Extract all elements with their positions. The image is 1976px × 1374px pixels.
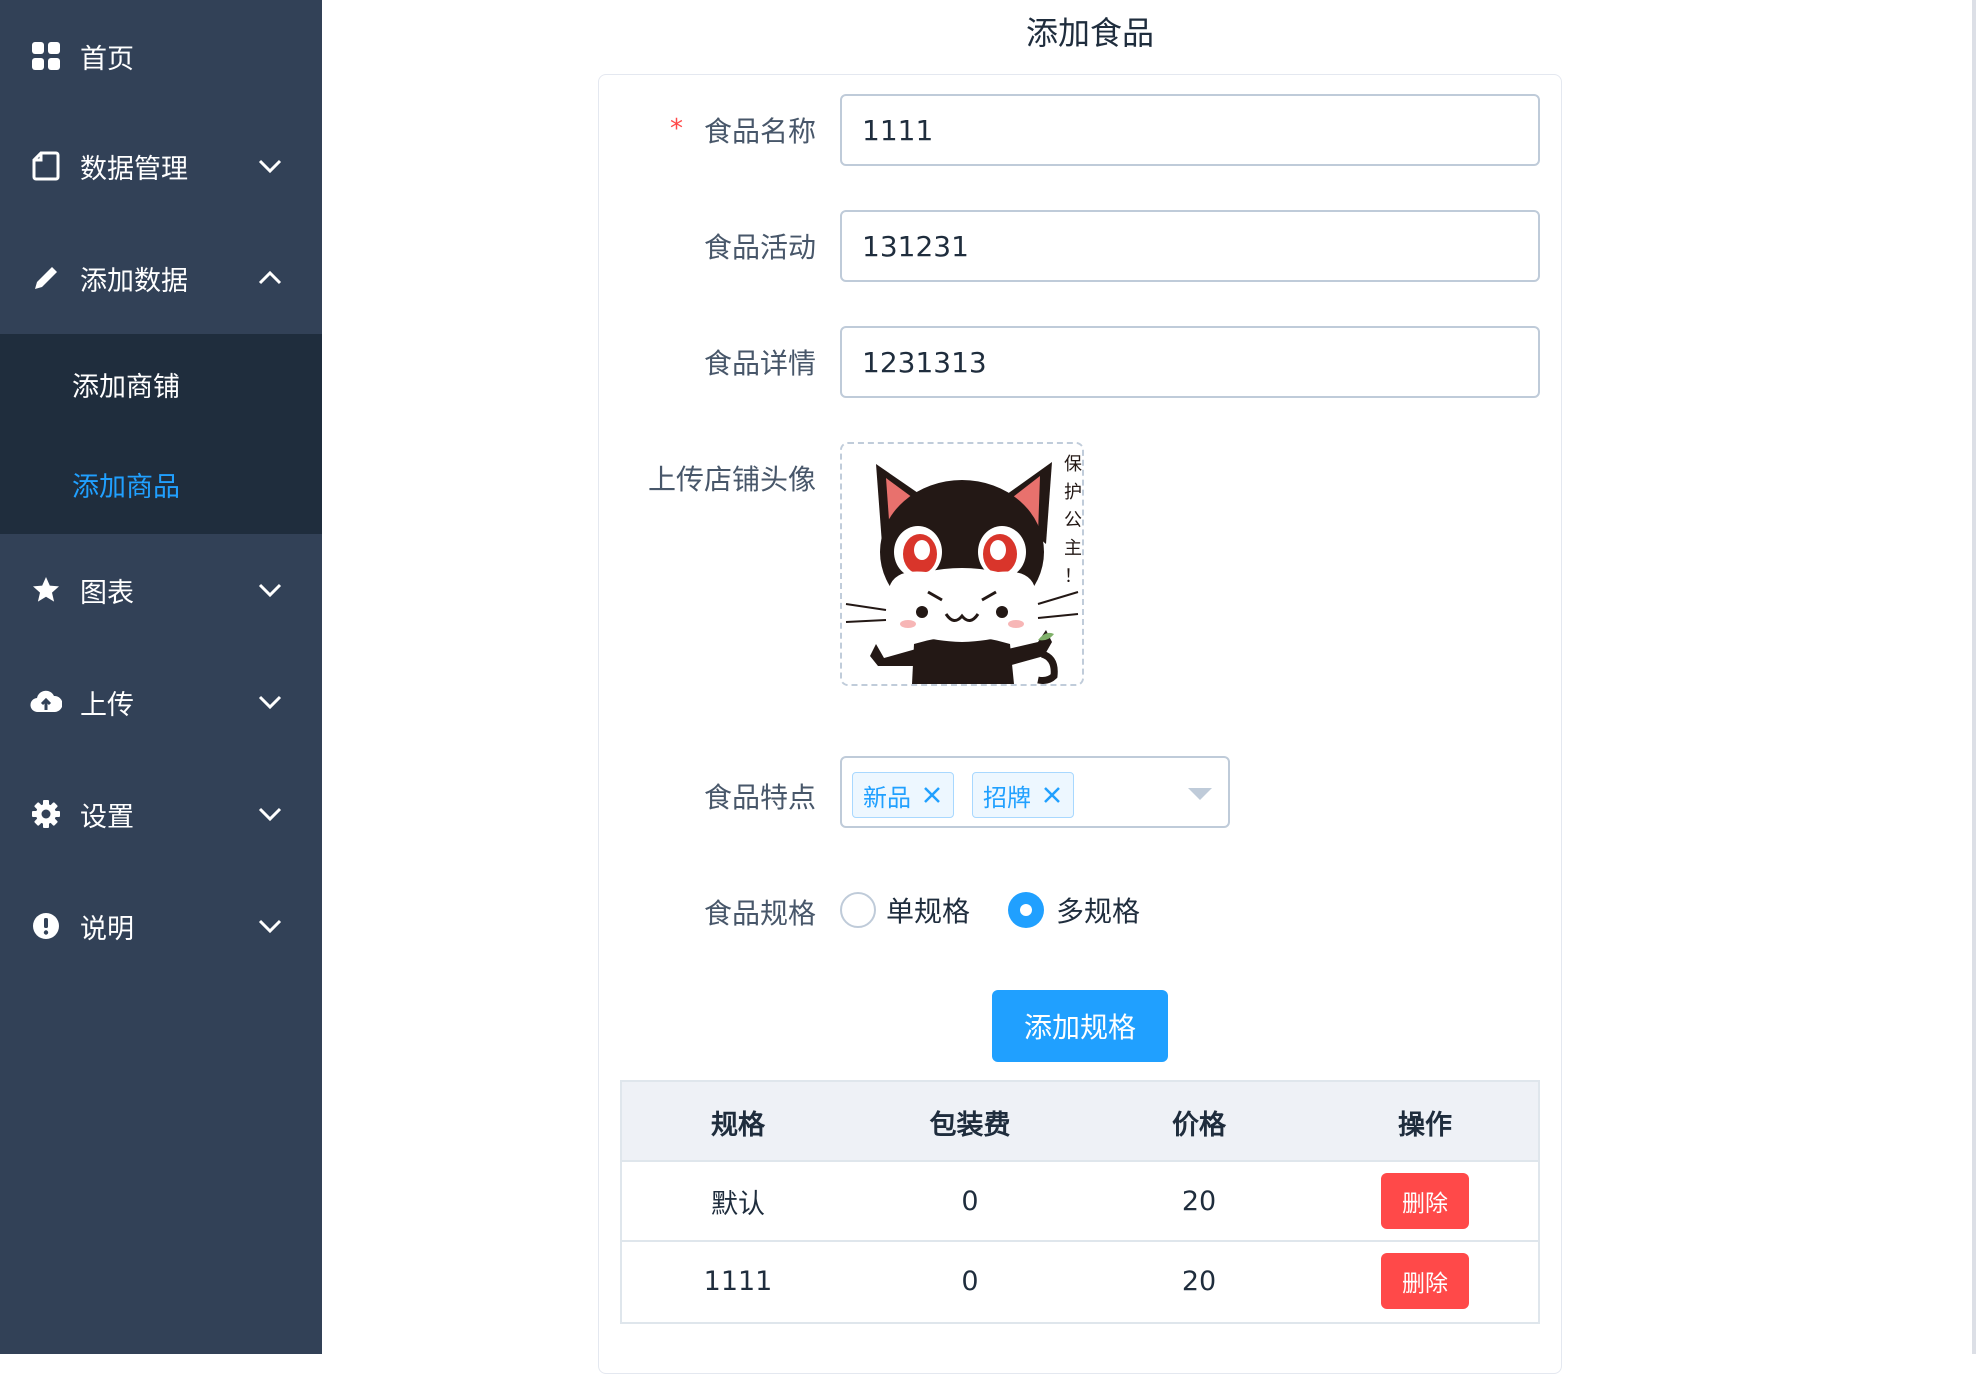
add-spec-button[interactable]: 添加规格 — [992, 990, 1168, 1062]
chevron-down-icon — [258, 159, 282, 174]
cell-price: 20 — [1181, 1265, 1217, 1297]
menu-item-upload[interactable]: 上传 — [0, 646, 322, 758]
cell-packing-fee: 0 — [961, 1265, 979, 1297]
page-title: 添加食品 — [1025, 14, 1154, 52]
menu-label: 添加数据 — [80, 265, 188, 297]
submenu-label: 添加商品 — [72, 471, 180, 503]
menu-label: 首页 — [80, 43, 134, 75]
cell-action: 删除 — [1312, 1242, 1538, 1320]
menu-label: 设置 — [80, 801, 134, 833]
avatar-caption-char: 护 — [1064, 482, 1082, 503]
close-icon[interactable] — [921, 784, 943, 806]
avatar-caption-char: 保 — [1064, 454, 1082, 475]
menu-item-add-data[interactable]: 添加数据 — [0, 222, 322, 334]
cell-action: 删除 — [1312, 1162, 1538, 1240]
menu-label: 上传 — [80, 689, 134, 721]
chevron-down-icon — [258, 919, 282, 934]
food-activity-input[interactable]: 131231 — [840, 210, 1540, 282]
delete-button[interactable]: 删除 — [1381, 1173, 1469, 1229]
vertical-scrollbar[interactable] — [1972, 0, 1976, 1354]
menu-label: 数据管理 — [80, 153, 188, 185]
submenu-item-add-shop[interactable]: 添加商铺 — [0, 334, 322, 434]
grid-icon — [30, 40, 62, 72]
cloud-upload-icon — [30, 686, 62, 718]
feature-tag: 招牌 — [972, 772, 1074, 818]
food-detail-input[interactable]: 1231313 — [840, 326, 1540, 398]
radio-single-spec[interactable] — [840, 892, 876, 928]
table-row: 1111 0 20 删除 — [622, 1242, 1538, 1322]
menu-label: 图表 — [80, 577, 134, 609]
column-header-spec: 规格 — [711, 1109, 765, 1141]
cell-spec: 1111 — [703, 1265, 773, 1297]
food-name-label: 食品名称 — [703, 115, 816, 148]
feature-tag-label: 新品 — [863, 783, 911, 812]
table-header: 规格 包装费 价格 操作 — [622, 1082, 1538, 1162]
avatar-caption-char: 公 — [1064, 510, 1082, 531]
food-name-input[interactable]: 1111 — [840, 94, 1540, 166]
food-activity-label: 食品活动 — [703, 231, 816, 264]
avatar-uploader[interactable]: 保 护 公 主 ！ — [840, 442, 1084, 686]
feature-tag-label: 招牌 — [983, 783, 1031, 812]
menu-item-charts[interactable]: 图表 — [0, 534, 322, 646]
cell-spec: 默认 — [711, 1188, 765, 1220]
spec-table: 规格 包装费 价格 操作 默认 0 20 删除 1111 0 20 删除 — [620, 1080, 1540, 1324]
menu-item-settings[interactable]: 设置 — [0, 758, 322, 870]
food-detail-label: 食品详情 — [703, 347, 816, 380]
pencil-icon — [30, 262, 62, 294]
upload-avatar-label: 上传店铺头像 — [647, 463, 816, 496]
chevron-down-icon — [258, 807, 282, 822]
food-features-select[interactable]: 新品 招牌 — [840, 756, 1230, 828]
gear-icon — [30, 798, 62, 830]
star-icon — [30, 574, 62, 606]
avatar-caption-char: ！ — [1064, 566, 1082, 587]
info-icon — [30, 910, 62, 942]
table-row: 默认 0 20 删除 — [622, 1162, 1538, 1242]
cell-price: 20 — [1181, 1185, 1217, 1217]
menu-label: 说明 — [80, 913, 134, 945]
food-features-label: 食品特点 — [703, 781, 816, 814]
menu-item-data-management[interactable]: 数据管理 — [0, 110, 322, 222]
chevron-up-icon — [258, 270, 282, 285]
radio-single-spec-label[interactable]: 单规格 — [886, 890, 970, 930]
radio-multi-spec-label[interactable]: 多规格 — [1056, 890, 1140, 930]
close-icon[interactable] — [1041, 784, 1063, 806]
cell-packing-fee: 0 — [961, 1185, 979, 1217]
submenu-label: 添加商铺 — [72, 371, 180, 403]
sidebar: 首页 数据管理 添加数据 添加商铺 添加商品 图表 上传 设置 说明 — [0, 0, 322, 1354]
column-header-price: 价格 — [1172, 1109, 1226, 1141]
menu-item-help[interactable]: 说明 — [0, 870, 322, 982]
caret-down-icon[interactable] — [1186, 784, 1214, 804]
delete-button[interactable]: 删除 — [1381, 1253, 1469, 1309]
avatar-preview-image: 保 护 公 主 ！ — [842, 444, 1082, 684]
feature-tag: 新品 — [852, 772, 954, 818]
submenu-item-add-food[interactable]: 添加商品 — [0, 434, 322, 534]
submenu-add-data: 添加商铺 添加商品 — [0, 334, 322, 534]
column-header-action: 操作 — [1398, 1109, 1452, 1141]
document-icon — [30, 150, 62, 182]
chevron-down-icon — [258, 695, 282, 710]
avatar-caption-char: 主 — [1064, 538, 1082, 559]
chevron-down-icon — [258, 583, 282, 598]
menu-item-home[interactable]: 首页 — [0, 0, 322, 112]
radio-multi-spec[interactable] — [1008, 892, 1044, 928]
column-header-packing-fee: 包装费 — [929, 1109, 1011, 1141]
food-spec-label: 食品规格 — [703, 897, 816, 930]
